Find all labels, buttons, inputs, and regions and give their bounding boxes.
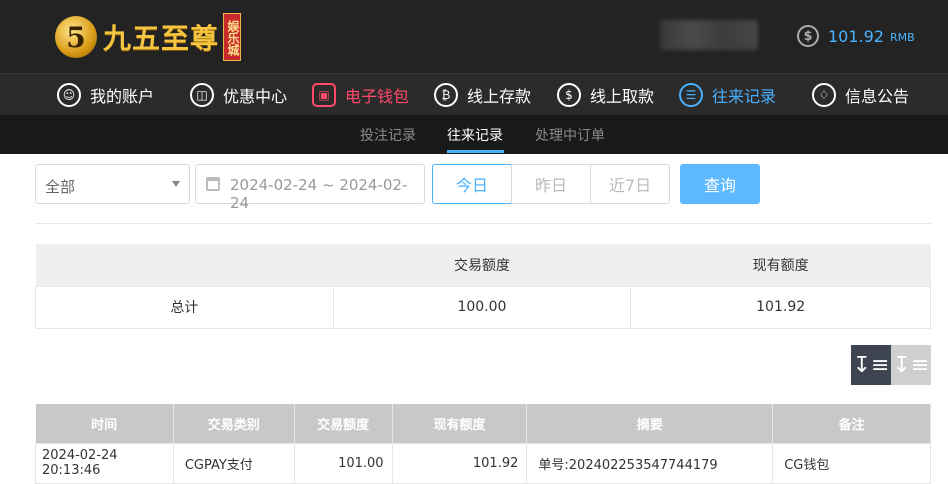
- sort-descending-icon: ↧≡: [852, 352, 890, 378]
- summary-header-blank: [35, 244, 334, 286]
- summary-total-amount: 100.00: [332, 285, 632, 329]
- user-icon: ☺: [57, 83, 81, 107]
- nav-label: 线上取款: [590, 87, 655, 106]
- summary-total-label: 总计: [35, 285, 334, 329]
- nav-item-e-wallet[interactable]: ▣ 电子钱包: [312, 82, 409, 108]
- cell-category: CGPAY支付: [172, 442, 295, 484]
- active-tab-indicator: [447, 150, 504, 153]
- balance-amount: 101.92: [828, 26, 884, 46]
- deposit-icon: ₿: [434, 83, 458, 107]
- bell-icon: ♢: [812, 83, 836, 107]
- site-logo[interactable]: 5 九五至尊 娱乐城: [55, 11, 242, 63]
- wallet-icon: ▣: [312, 83, 336, 107]
- gift-icon: ◫: [190, 83, 214, 107]
- nav-item-deposit[interactable]: ₿ 线上存款: [434, 82, 531, 108]
- tab-transaction-records[interactable]: 往来记录: [447, 125, 503, 145]
- col-header-summary: 摘要: [526, 404, 774, 443]
- col-header-note: 备注: [772, 404, 931, 443]
- divider: [35, 223, 931, 224]
- calendar-icon: [206, 177, 220, 191]
- summary-header-balance: 现有额度: [630, 244, 931, 286]
- summary-header-amount: 交易额度: [333, 244, 632, 286]
- nav-label: 我的账户: [90, 87, 155, 106]
- nav-item-announcements[interactable]: ♢ 信息公告: [812, 82, 909, 108]
- table-row: 2024-02-24 20:13:46 CGPAY支付 101.00 101.9…: [35, 442, 931, 484]
- sort-ascending-button[interactable]: ↧≡: [891, 345, 931, 385]
- balance-display: $ 101.92 RMB: [797, 25, 915, 47]
- balance-unit: RMB: [889, 31, 915, 44]
- dollar-circle-icon: $: [797, 25, 819, 47]
- main-nav: ☺ 我的账户 ◫ 优惠中心 ▣ 电子钱包 ₿ 线上存款 $ 线上取款 ☰ 往来记…: [0, 73, 948, 115]
- date-range-input[interactable]: 2024-02-24 ~ 2024-02-24: [195, 164, 425, 212]
- logo-badge: 5: [55, 16, 97, 58]
- tab-bet-records[interactable]: 投注记录: [360, 125, 416, 145]
- sort-ascending-icon: ↧≡: [892, 352, 930, 378]
- nav-item-my-account[interactable]: ☺ 我的账户: [57, 82, 154, 108]
- query-button[interactable]: 查询: [680, 164, 760, 204]
- summary-table: 交易额度 现有额度 总计 100.00 101.92: [35, 244, 931, 329]
- sub-nav: 投注记录 往来记录 处理中订单: [0, 115, 948, 154]
- cell-time: 2024-02-24 20:13:46: [35, 442, 174, 484]
- nav-label: 信息公告: [845, 87, 910, 106]
- chevron-down-icon: [172, 181, 180, 187]
- segment-last-7-days[interactable]: 近7日: [590, 164, 670, 204]
- cell-amount: 101.00: [293, 442, 393, 484]
- cell-note: CG钱包: [772, 442, 931, 484]
- nav-label: 优惠中心: [223, 87, 288, 106]
- segment-yesterday[interactable]: 昨日: [511, 164, 591, 204]
- segment-today[interactable]: 今日: [432, 164, 512, 204]
- summary-row: 总计 100.00 101.92: [35, 285, 931, 329]
- blurred-username: [660, 20, 758, 50]
- nav-item-promotions[interactable]: ◫ 优惠中心: [190, 82, 287, 108]
- nav-label: 电子钱包: [345, 87, 410, 106]
- col-header-category: 交易类别: [173, 404, 295, 443]
- tab-pending-orders[interactable]: 处理中订单: [535, 125, 605, 145]
- date-range-value: 2024-02-24 ~ 2024-02-24: [230, 176, 408, 212]
- nav-item-records[interactable]: ☰ 往来记录: [679, 82, 776, 108]
- records-icon: ☰: [679, 83, 703, 107]
- nav-label: 往来记录: [712, 87, 777, 106]
- type-select-value: 全部: [45, 178, 76, 196]
- summary-total-balance: 101.92: [630, 285, 931, 329]
- col-header-time: 时间: [35, 404, 174, 443]
- col-header-balance: 现有额度: [392, 404, 528, 443]
- cell-summary: 单号:202402253547744179: [526, 442, 774, 484]
- withdraw-icon: $: [557, 83, 581, 107]
- nav-item-withdraw[interactable]: $ 线上取款: [557, 82, 654, 108]
- summary-header-row: 交易额度 现有额度: [35, 244, 931, 286]
- transactions-header-row: 时间 交易类别 交易额度 现有额度 摘要 备注: [35, 404, 931, 443]
- col-header-amount: 交易额度: [294, 404, 393, 443]
- sort-descending-button[interactable]: ↧≡: [851, 345, 891, 385]
- top-bar: 5 九五至尊 娱乐城 $ 101.92 RMB: [0, 0, 948, 73]
- logo-subtitle: 娱乐城: [223, 13, 242, 61]
- transactions-table: 时间 交易类别 交易额度 现有额度 摘要 备注 2024-02-24 20:13…: [35, 404, 931, 484]
- cell-balance: 101.92: [391, 442, 528, 484]
- logo-name: 九五至尊: [103, 22, 220, 55]
- type-select[interactable]: 全部: [35, 164, 190, 204]
- nav-label: 线上存款: [467, 87, 532, 106]
